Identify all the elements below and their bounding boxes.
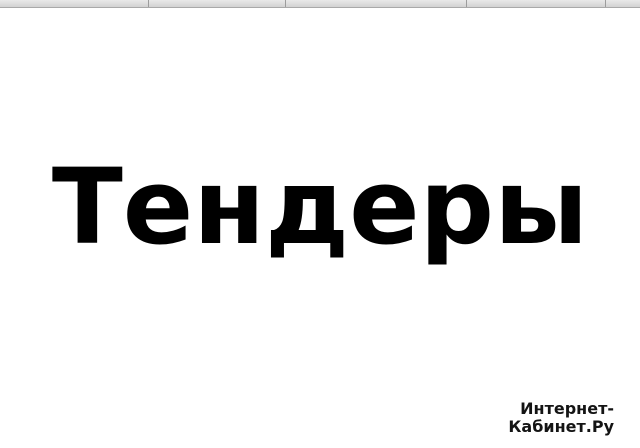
toolbar-divider bbox=[148, 0, 149, 7]
watermark: Интернет- Кабинет.Ру bbox=[454, 400, 614, 436]
toolbar-divider bbox=[285, 0, 286, 7]
toolbar-divider bbox=[605, 0, 606, 7]
watermark-line-2: Кабинет.Ру bbox=[508, 417, 614, 436]
top-toolbar-strip bbox=[0, 0, 640, 8]
page-headline: Тендеры bbox=[51, 146, 589, 268]
watermark-line-1: Интернет- bbox=[520, 399, 614, 418]
toolbar-divider bbox=[466, 0, 467, 7]
